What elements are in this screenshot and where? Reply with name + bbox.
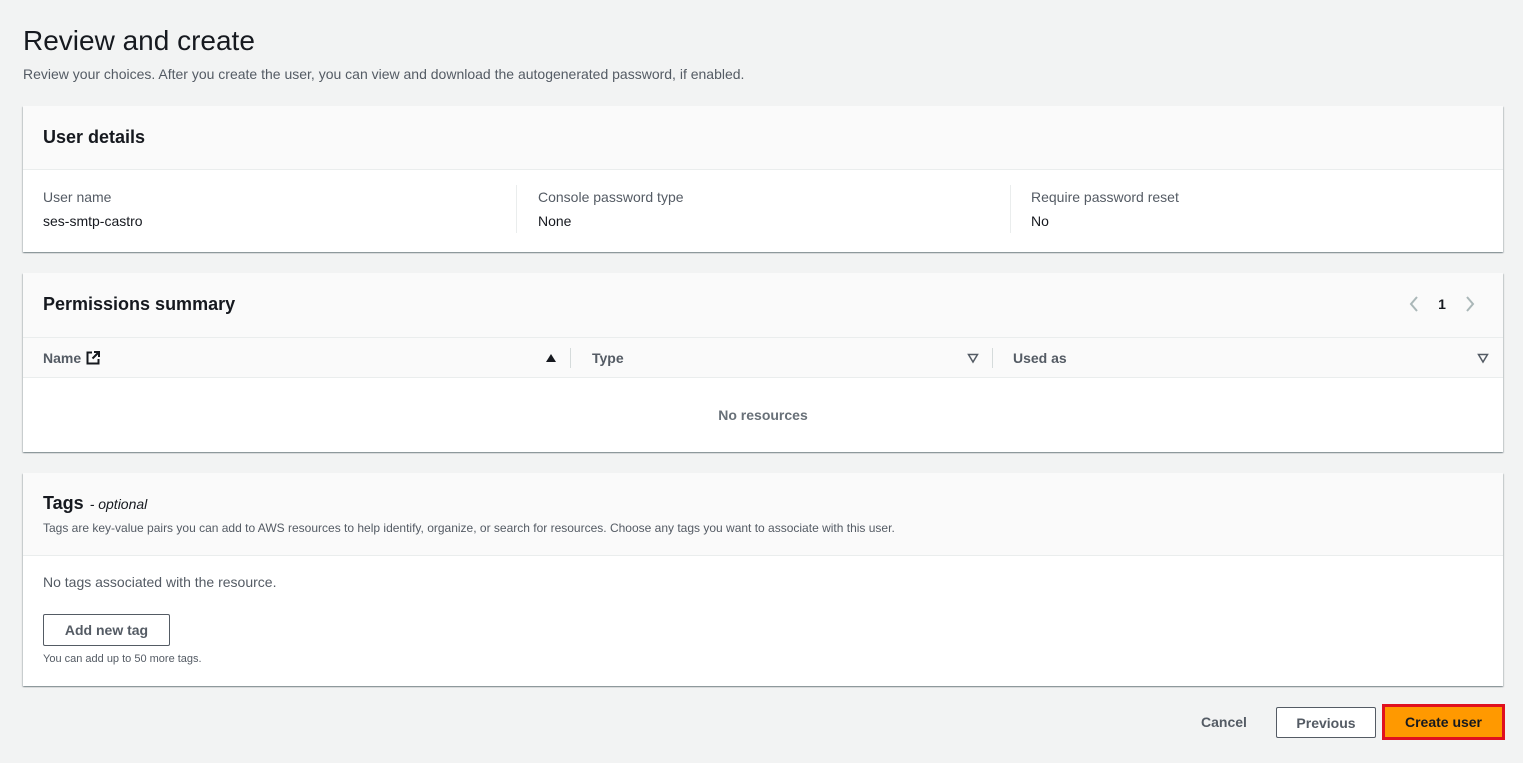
cancel-button[interactable]: Cancel <box>1192 707 1256 737</box>
require-password-reset-field: Require password reset No <box>1010 185 1480 233</box>
previous-page-button[interactable] <box>1403 293 1425 315</box>
user-details-panel: User details User name ses-smtp-castro C… <box>23 106 1503 252</box>
console-password-type-value: None <box>538 213 572 229</box>
column-divider[interactable] <box>992 348 993 368</box>
sort-unsorted-icon[interactable] <box>967 352 979 364</box>
pagination: 1 <box>1403 293 1481 315</box>
user-name-label: User name <box>43 189 112 205</box>
user-details-header: User details <box>23 106 1503 170</box>
tags-header: Tags - optional Tags are key-value pairs… <box>23 473 1503 556</box>
chevron-left-icon <box>1409 296 1418 312</box>
column-header-used-as[interactable]: Used as <box>1013 338 1067 378</box>
require-password-reset-label: Require password reset <box>1031 189 1179 205</box>
column-header-type[interactable]: Type <box>592 338 624 378</box>
permissions-header: Permissions summary 1 <box>23 273 1503 337</box>
console-password-type-field: Console password type None <box>516 185 986 233</box>
column-type-label: Type <box>592 350 624 366</box>
sort-unsorted-icon[interactable] <box>1477 352 1489 364</box>
column-name-label: Name <box>43 350 82 366</box>
column-used-as-label: Used as <box>1013 350 1067 366</box>
permissions-table-header: Name Type Used as <box>23 337 1503 378</box>
permissions-empty-state: No resources <box>718 407 808 423</box>
tags-title: Tags <box>43 493 84 513</box>
tags-title-row: Tags - optional <box>43 493 147 514</box>
page-description: Review your choices. After you create th… <box>23 66 745 82</box>
page-title: Review and create <box>23 25 255 56</box>
external-link-icon <box>86 351 101 365</box>
next-page-button[interactable] <box>1459 293 1481 315</box>
console-password-type-label: Console password type <box>538 189 684 205</box>
tags-panel: Tags - optional Tags are key-value pairs… <box>23 473 1503 686</box>
column-divider[interactable] <box>570 348 571 368</box>
previous-button[interactable]: Previous <box>1276 707 1376 738</box>
user-details-fields: User name ses-smtp-castro Console passwo… <box>23 170 1503 252</box>
user-details-title: User details <box>43 127 146 147</box>
tags-description: Tags are key-value pairs you can add to … <box>43 521 895 535</box>
create-user-button[interactable]: Create user <box>1382 704 1505 740</box>
user-name-value: ses-smtp-castro <box>43 213 143 229</box>
tags-empty-state: No tags associated with the resource. <box>43 574 277 590</box>
column-header-name[interactable]: Name <box>43 338 101 378</box>
require-password-reset-value: No <box>1031 213 1049 229</box>
permissions-title: Permissions summary <box>43 294 236 314</box>
create-user-label: Create user <box>1385 707 1502 737</box>
add-new-tag-button[interactable]: Add new tag <box>43 614 170 646</box>
user-name-field: User name ses-smtp-castro <box>43 185 513 233</box>
permissions-summary-panel: Permissions summary 1 Name Type Used as … <box>23 273 1503 452</box>
page-number[interactable]: 1 <box>1425 296 1459 312</box>
tags-optional-label: - optional <box>89 496 148 512</box>
chevron-right-icon <box>1466 296 1475 312</box>
tags-limit-text: You can add up to 50 more tags. <box>43 653 202 665</box>
sort-ascending-icon[interactable] <box>545 352 557 364</box>
